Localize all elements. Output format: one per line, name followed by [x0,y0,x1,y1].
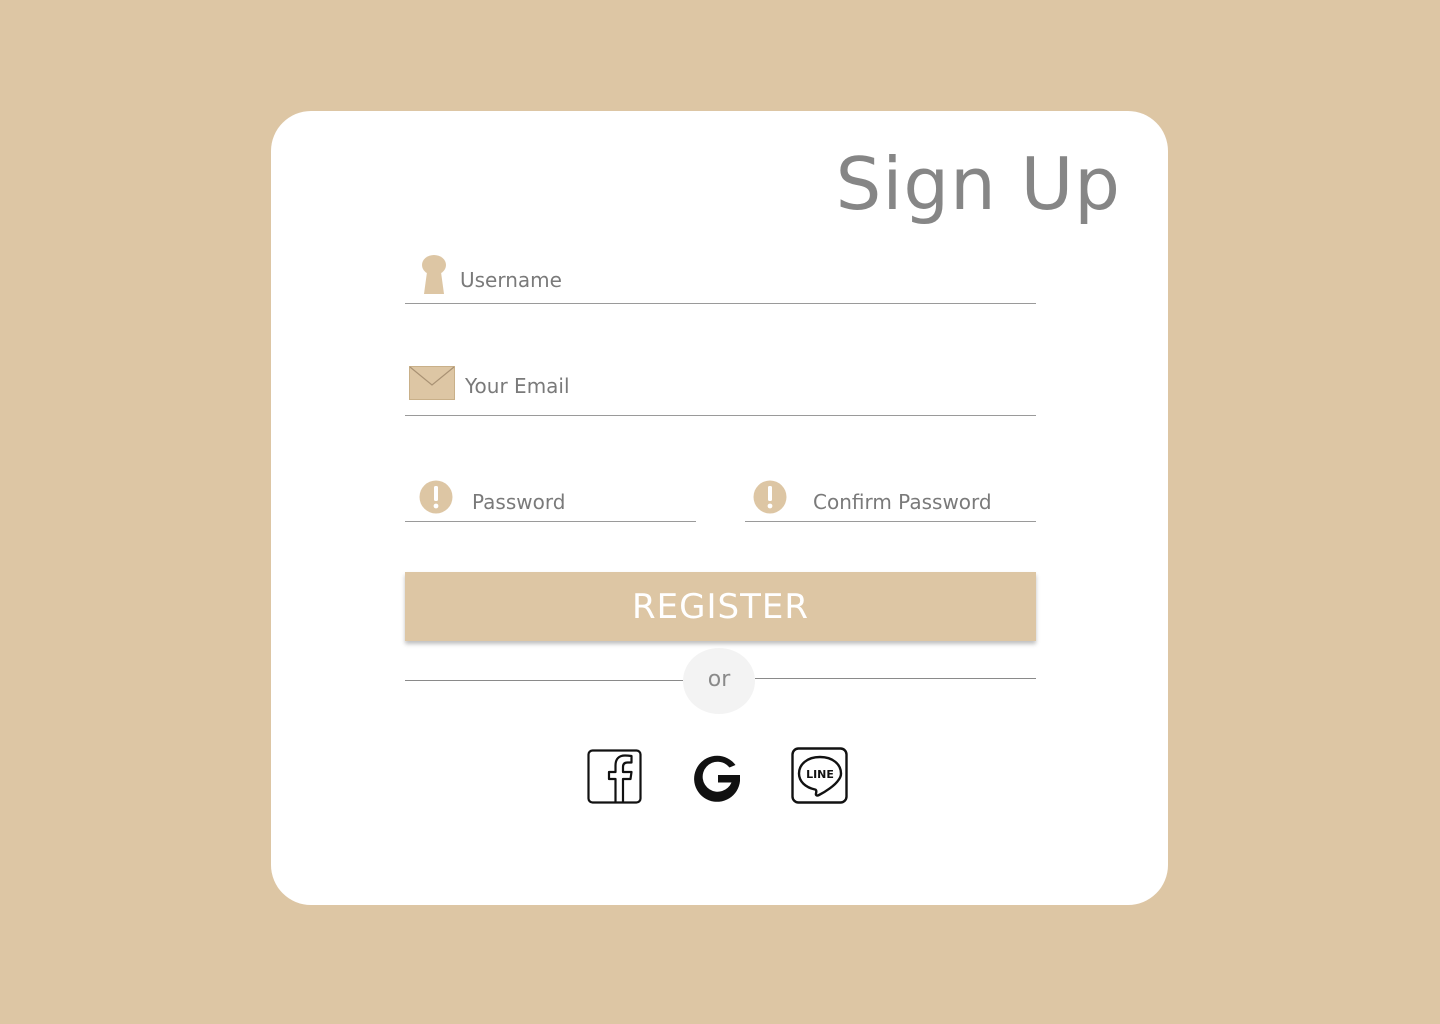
alert-icon [419,480,453,514]
line-icon[interactable]: LINE [791,747,849,805]
password-input[interactable] [472,488,687,516]
page-title: Sign Up [835,142,1121,226]
username-input[interactable] [460,266,1020,294]
or-divider-label: or [683,648,755,714]
email-field [405,361,1036,416]
email-input[interactable] [465,372,1025,400]
google-icon[interactable] [687,748,747,808]
user-icon [422,255,446,294]
alert-icon [753,480,787,514]
facebook-icon[interactable] [587,749,643,805]
confirm-password-field [745,476,1036,522]
password-field [405,476,696,522]
username-field [405,251,1036,304]
register-button[interactable]: REGISTER [405,572,1036,641]
signup-card: Sign Up REGISTER [271,111,1168,905]
confirm-password-input[interactable] [813,488,1028,516]
divider-line-right [755,678,1036,679]
divider-line-left [405,680,683,681]
svg-text:LINE: LINE [806,768,834,781]
envelope-icon [409,366,455,400]
